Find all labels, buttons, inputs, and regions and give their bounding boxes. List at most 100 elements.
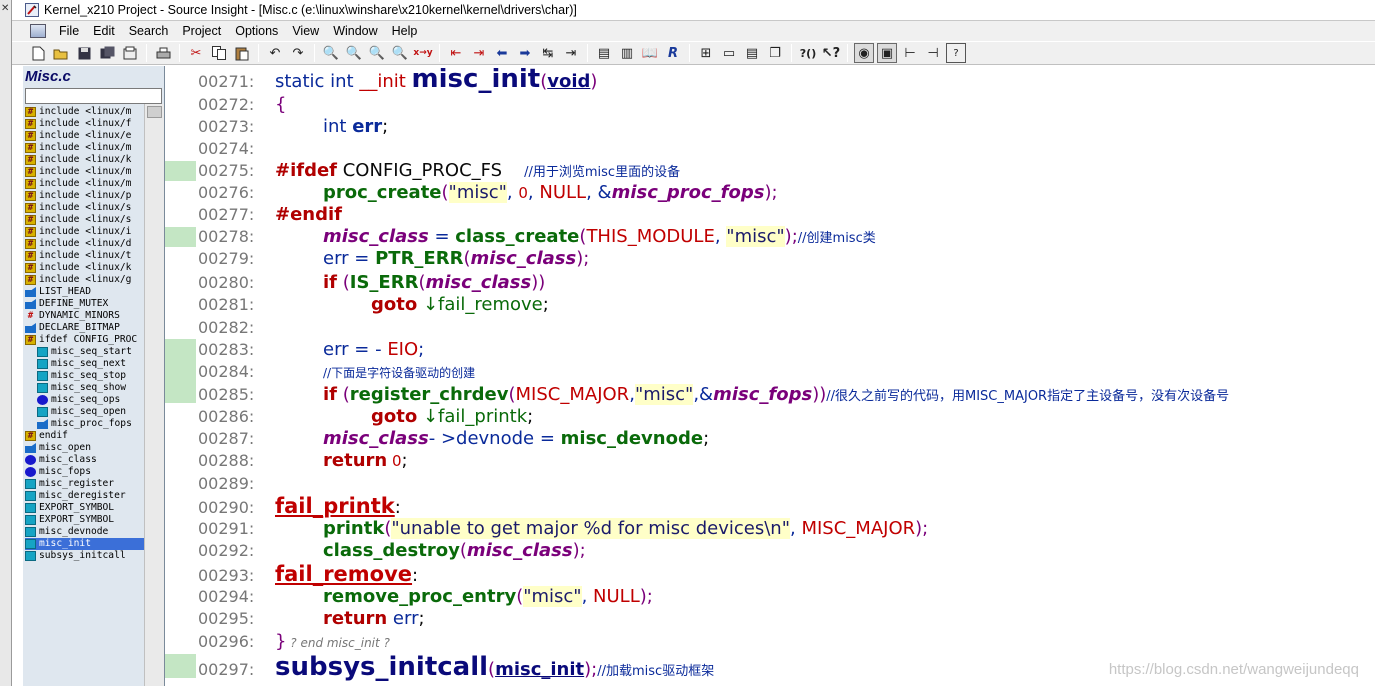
new-file-icon[interactable] (28, 43, 48, 63)
menu-project[interactable]: Project (175, 24, 228, 38)
cut-icon[interactable]: ✂ (186, 43, 206, 63)
code-line-277: 00277: #endif (198, 204, 342, 226)
search-forward-icon[interactable]: 🔍 (367, 43, 387, 63)
symbol-window-icon[interactable]: ⊢ (900, 43, 920, 63)
help-pointer-icon[interactable]: ↖? (821, 43, 841, 63)
symbol-list-item[interactable]: misc_fops (25, 466, 146, 478)
search-icon[interactable]: 🔍 (321, 43, 341, 63)
symbol-label: misc_seq_ops (51, 394, 121, 405)
symbol-label: misc_fops (39, 466, 91, 477)
symbol-list-item[interactable]: misc_deregister (25, 490, 146, 502)
symbol-list-item[interactable]: # include <linux/i (25, 226, 146, 238)
symbol-list-item[interactable]: subsys_initcall (25, 550, 146, 562)
relation-icon[interactable]: R (663, 43, 683, 63)
symbol-list-item[interactable]: # ifdef CONFIG_PROC (25, 334, 146, 346)
symbol-list-item[interactable]: misc_class (25, 454, 146, 466)
symbol-list-item[interactable]: misc_seq_open (25, 406, 146, 418)
menu-view[interactable]: View (285, 24, 326, 38)
jump-to-icon[interactable]: ↹ (538, 43, 558, 63)
symbol-list-item[interactable]: misc_seq_start (25, 346, 146, 358)
copy-icon[interactable] (209, 43, 229, 63)
code-editor[interactable]: 00271: static int __init misc_init(void) … (198, 68, 1375, 686)
symbol-list-scrollbar[interactable] (144, 104, 164, 686)
symbol-list-item[interactable]: misc_seq_show (25, 382, 146, 394)
symbol-label: misc_seq_open (51, 406, 127, 417)
selection-bar-mark (165, 383, 196, 403)
tile-windows-icon[interactable]: ⊞ (696, 43, 716, 63)
symbol-list-item[interactable]: # include <linux/g (25, 274, 146, 286)
code-token: IS_ERR (349, 272, 419, 293)
save-icon[interactable] (74, 43, 94, 63)
bookmark-prev-icon[interactable]: ⇤ (446, 43, 466, 63)
back-icon[interactable]: ⬅ (492, 43, 512, 63)
pane-toggle-icon[interactable]: ◉ (854, 43, 874, 63)
symbol-list-item[interactable]: # include <linux/m (25, 166, 146, 178)
symbol-list-item[interactable]: # DYNAMIC_MINORS (25, 310, 146, 322)
toolbar-separator (258, 44, 259, 62)
symbol-list-item[interactable]: # include <linux/t (25, 250, 146, 262)
close-icon[interactable]: ✕ (1, 3, 9, 14)
replace-icon[interactable]: x→y (413, 43, 433, 63)
undo-icon[interactable]: ↶ (265, 43, 285, 63)
macro-icon (37, 419, 48, 429)
symbol-list-item[interactable]: # include <linux/f (25, 118, 146, 130)
menu-help[interactable]: Help (385, 24, 425, 38)
save-all-icon[interactable] (97, 43, 117, 63)
symbol-search-input[interactable] (25, 88, 162, 104)
search-files-icon[interactable]: 🔍 (390, 43, 410, 63)
symbol-list-item[interactable]: EXPORT_SYMBOL (25, 514, 146, 526)
book-icon[interactable]: 📖 (640, 43, 660, 63)
context-window-icon[interactable]: ▣ (877, 43, 897, 63)
menu-edit[interactable]: Edit (86, 24, 122, 38)
close-file-icon[interactable] (120, 43, 140, 63)
symbol-list-item[interactable]: misc_seq_ops (25, 394, 146, 406)
symbol-info-icon[interactable]: ▤ (594, 43, 614, 63)
symbol-list-item[interactable]: misc_seq_next (25, 358, 146, 370)
menu-search[interactable]: Search (122, 24, 176, 38)
lookup-icon[interactable]: ?() (798, 43, 818, 63)
symbol-list-item[interactable]: DECLARE_BITMAP (25, 322, 146, 334)
open-folder-icon[interactable] (51, 43, 71, 63)
symbol-list-item[interactable]: # include <linux/s (25, 202, 146, 214)
line-number: 00273: (198, 117, 255, 136)
toolbar-separator (587, 44, 588, 62)
help-window-icon[interactable]: ? (946, 43, 966, 63)
symbol-list-item[interactable]: # include <linux/p (25, 190, 146, 202)
bookmark-next-icon[interactable]: ⇥ (469, 43, 489, 63)
symbol-list-item[interactable]: misc_proc_fops (25, 418, 146, 430)
symbol-list-item[interactable]: # include <linux/s (25, 214, 146, 226)
symbol-list-item[interactable]: # include <linux/m (25, 178, 146, 190)
symbol-list-item[interactable]: misc_devnode (25, 526, 146, 538)
symbol-list-item[interactable]: # include <linux/k (25, 154, 146, 166)
context-icon[interactable]: ▥ (617, 43, 637, 63)
code-token: ; (703, 428, 710, 449)
symbol-list-item[interactable]: misc_seq_stop (25, 370, 146, 382)
document-icon[interactable] (30, 24, 46, 38)
symbol-list-item[interactable]: LIST_HEAD (25, 286, 146, 298)
symbol-list-item[interactable]: DEFINE_MUTEX (25, 298, 146, 310)
symbol-list-item[interactable]: # include <linux/e (25, 130, 146, 142)
symbol-list-item[interactable]: misc_open (25, 442, 146, 454)
tile-vertical-icon[interactable]: ▤ (742, 43, 762, 63)
menu-file[interactable]: File (52, 24, 86, 38)
symbol-list-item[interactable]: EXPORT_SYMBOL (25, 502, 146, 514)
menu-window[interactable]: Window (326, 24, 384, 38)
print-icon[interactable] (153, 43, 173, 63)
symbol-list-item[interactable]: misc_init (25, 538, 146, 550)
symbol-list-item[interactable]: # include <linux/d (25, 238, 146, 250)
symbol-list-item[interactable]: # endif (25, 430, 146, 442)
search-backward-icon[interactable]: 🔍 (344, 43, 364, 63)
relation-window-icon[interactable]: ⊣ (923, 43, 943, 63)
symbol-list-item[interactable]: misc_register (25, 478, 146, 490)
symbol-list-item[interactable]: # include <linux/k (25, 262, 146, 274)
symbol-list-item[interactable]: # include <linux/m (25, 142, 146, 154)
redo-icon[interactable]: ↷ (288, 43, 308, 63)
symbol-list-item[interactable]: # include <linux/m (25, 106, 146, 118)
cascade-icon[interactable]: ❐ (765, 43, 785, 63)
forward-icon[interactable]: ➡ (515, 43, 535, 63)
scrollbar-thumb[interactable] (147, 106, 162, 118)
paste-icon[interactable] (232, 43, 252, 63)
tile-horizontal-icon[interactable]: ▭ (719, 43, 739, 63)
menu-options[interactable]: Options (228, 24, 285, 38)
jump-next-icon[interactable]: ⇥ (561, 43, 581, 63)
